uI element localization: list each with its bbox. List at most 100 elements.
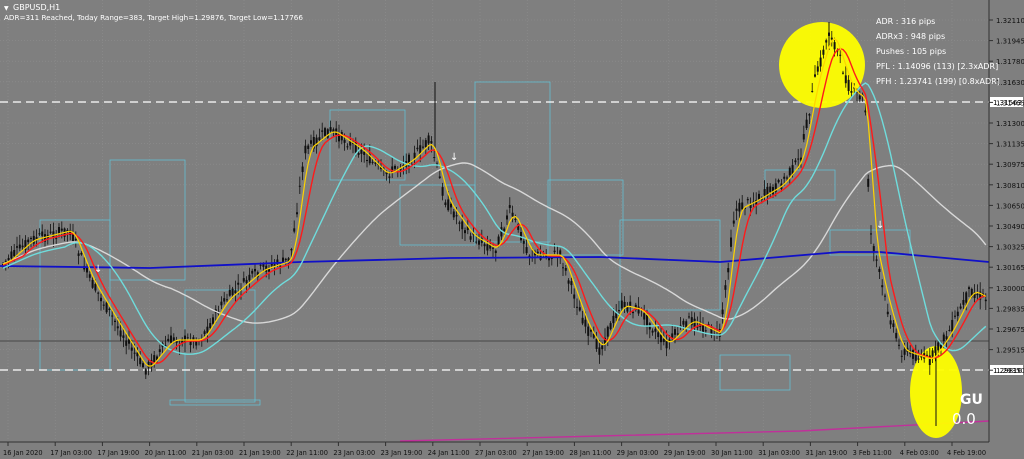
candle-body [816, 66, 819, 72]
time-tick-label: 16 Jan 2020 [3, 449, 43, 457]
candle-body [662, 338, 665, 342]
time-tick-label: 23 Jan 03:00 [333, 449, 375, 457]
candle-body [937, 342, 940, 351]
candle-body [206, 326, 209, 334]
candle-body [746, 198, 749, 201]
candle-body [875, 259, 878, 261]
candle-body [811, 90, 814, 92]
time-tick-label: 22 Jan 11:00 [286, 449, 328, 457]
candle-body [310, 140, 312, 144]
price-tick-label: 1.29675 [996, 326, 1024, 334]
candle-body [209, 323, 212, 329]
candle-body [441, 187, 444, 196]
candle-body [895, 332, 898, 339]
candle-body [581, 317, 584, 324]
time-tick-label: 3 Feb 11:00 [853, 449, 892, 457]
candle-body [284, 258, 287, 261]
candle-body [296, 212, 298, 215]
candle-body [433, 156, 436, 158]
candle-body [948, 329, 951, 331]
candle-body [564, 267, 567, 271]
candle-body [514, 218, 517, 220]
candle-body [483, 244, 486, 247]
candle-body [864, 110, 867, 113]
candle-body [49, 231, 52, 233]
time-tick-label: 31 Jan 19:00 [805, 449, 847, 457]
time-tick-label: 24 Jan 11:00 [428, 449, 470, 457]
candle-body [203, 331, 206, 334]
candle-body [464, 230, 466, 234]
candle-body [279, 265, 282, 267]
candle-body [651, 330, 654, 333]
candle-body [142, 363, 144, 368]
candle-body [870, 233, 872, 235]
symbol-title: GBPUSD,H1 [13, 3, 60, 12]
window-menu-arrow-icon[interactable]: ▼ [4, 5, 9, 12]
candle-body [30, 237, 32, 239]
candle-body [147, 361, 150, 368]
candle-body [959, 306, 962, 309]
candle-body [186, 337, 189, 339]
candle-body [119, 330, 122, 337]
candle-body [814, 74, 816, 77]
candle-body [262, 264, 265, 267]
candle-body [702, 324, 704, 332]
time-tick-label: 27 Jan 03:00 [475, 449, 517, 457]
candle-body [234, 290, 237, 294]
candle-body [802, 134, 805, 140]
candle-body [220, 301, 223, 306]
candle-body [116, 326, 119, 329]
candle-body [788, 167, 791, 176]
candle-body [525, 247, 528, 254]
candle-body [88, 274, 91, 278]
time-tick-label: 21 Jan 03:00 [192, 449, 234, 457]
candle-body [438, 176, 441, 178]
candle-body [968, 287, 970, 290]
candle-body [587, 326, 590, 336]
candle-body [892, 323, 895, 328]
price-tick-label: 1.29350 [996, 367, 1024, 375]
time-tick-label: 27 Jan 19:00 [522, 449, 564, 457]
candle-body [125, 340, 128, 346]
candle-body [576, 306, 578, 308]
candle-body [822, 49, 825, 55]
candle-body [951, 319, 954, 332]
candle-body [567, 280, 570, 284]
candle-body [228, 289, 231, 296]
candle-body [130, 347, 133, 351]
candle-body [475, 241, 478, 243]
time-tick-label: 23 Jan 19:00 [381, 449, 423, 457]
candle-body [226, 299, 228, 301]
candle-body [912, 350, 914, 359]
candle-body [254, 268, 256, 272]
price-chart[interactable]: 1.315631.29816 ↓↓↓ 1.321101.319451.31780… [0, 0, 1024, 459]
candle-body [304, 145, 307, 154]
candle-body [643, 313, 646, 320]
candle-body [172, 337, 175, 341]
price-tick-label: 1.31780 [996, 58, 1024, 66]
candle-body [741, 202, 744, 210]
candle-body [629, 301, 632, 307]
candle-body [80, 252, 83, 255]
candle-body [606, 326, 609, 337]
candle-body [430, 141, 433, 144]
candle-body [416, 147, 419, 150]
candle-body [833, 42, 836, 50]
candle-body [170, 335, 172, 343]
candle-body [242, 278, 245, 282]
candle-body [618, 310, 620, 312]
candle-body [732, 220, 735, 224]
candle-body [307, 145, 310, 150]
candle-body [962, 299, 965, 305]
candle-body [41, 231, 44, 236]
candle-body [609, 323, 612, 330]
candle-body [52, 231, 55, 238]
time-tick-label: 4 Feb 19:00 [947, 449, 986, 457]
candle-body [139, 358, 142, 365]
candle-body [889, 320, 892, 325]
candle-body [578, 307, 581, 311]
candle-body [231, 288, 234, 295]
candle-body [458, 222, 461, 224]
price-tick-label: 1.30810 [996, 182, 1024, 190]
candle-body [290, 249, 293, 251]
